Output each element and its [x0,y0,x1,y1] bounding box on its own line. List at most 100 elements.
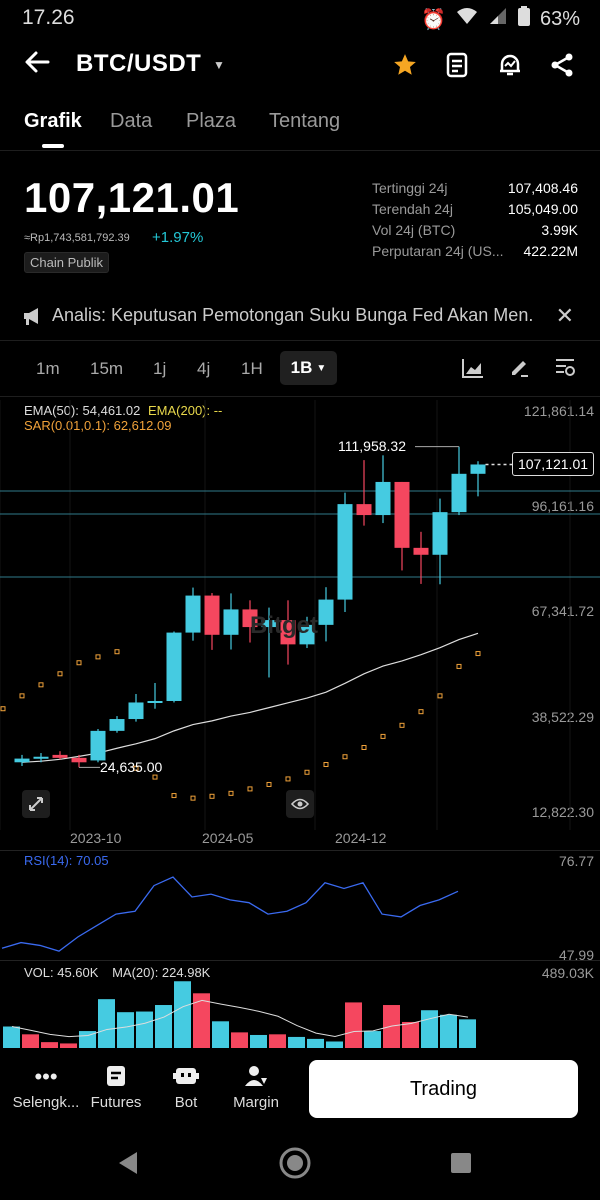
margin-button[interactable]: Margin [216,1064,296,1111]
sar-dot [209,793,215,799]
candle-body [394,481,410,548]
news-text[interactable]: Analis: Keputusan Pemotongan Suku Bunga … [52,305,532,326]
sar-dot [285,776,291,782]
volume-bar [174,981,191,1048]
candle-body [147,701,163,704]
stats-panel: Tertinggi 24j 107,408.46 Terendah 24j 105,… [372,180,578,264]
watermark: Bitget [250,612,318,639]
draw-tool-icon[interactable] [508,356,530,383]
sar-dot [57,671,63,677]
chain-badge[interactable]: Chain Publik [24,252,109,273]
volume-bar [364,1031,381,1048]
system-navigation [0,1130,600,1200]
pair-selector[interactable]: BTC/USDT [76,50,201,78]
price-alert-icon[interactable] [497,52,523,83]
sar-dot [76,660,82,666]
trading-button[interactable]: Trading [309,1060,578,1118]
candle-body [128,702,144,720]
sar-dot [380,733,386,739]
sar-dot [38,682,44,688]
futures-button[interactable]: Futures [76,1064,156,1111]
candle-body [185,595,201,633]
candle-body [470,464,486,474]
system-recents-icon[interactable] [450,1152,472,1179]
system-back-icon[interactable] [116,1150,140,1181]
sar-dot [342,754,348,760]
divider [0,396,600,397]
volume-bar [402,1021,419,1048]
bot-button[interactable]: Bot [146,1064,226,1111]
fiat-price: ≈Rp1,743,581,792.39 [24,232,130,244]
indicator-settings-icon[interactable] [554,356,576,383]
timeframe-1m[interactable]: 1m [36,359,60,379]
sar-dot [456,663,462,669]
tab-data[interactable]: Data [110,110,152,133]
share-icon[interactable] [550,52,574,83]
volume-bar [440,1014,457,1048]
notes-icon[interactable] [446,52,468,83]
nav-label: Margin [233,1094,279,1111]
news-ticker[interactable]: Analis: Keputusan Pemotongan Suku Bunga … [22,303,578,329]
tab-grafik[interactable]: Grafik [24,110,82,133]
sar-dot [475,651,481,657]
tab-bar: Grafik Data Plaza Tentang [0,106,600,148]
header: BTC/USDT ▼ [0,40,600,90]
sar-dot [152,774,158,780]
chart-type-icon[interactable] [462,358,484,383]
sar-dot [437,693,443,699]
fullscreen-icon[interactable] [22,790,50,818]
sar-dot [323,762,329,768]
candle-body [451,473,467,513]
stat-turnover: Perputaran 24j (US... 422.22M [372,243,578,264]
volume-bar [212,1021,229,1048]
timeframe-1j[interactable]: 1j [153,359,166,379]
volume-bar [3,1026,20,1048]
timeframe-1h[interactable]: 1H [241,359,263,379]
rsi-line [1,876,459,952]
volume-bar [155,1005,172,1048]
nav-label: Futures [90,1094,142,1111]
favorite-star-icon[interactable] [392,52,418,83]
chevron-down-icon[interactable]: ▼ [213,58,225,72]
status-bar: 17.26 ⏰ 63% [0,0,600,36]
sar-dot [304,769,310,775]
timeframe-15m[interactable]: 15m [90,359,123,379]
sar-dot [19,693,25,699]
close-icon[interactable]: ✕ [556,303,574,329]
sar-dot [399,722,405,728]
volume-bar [307,1038,324,1048]
tab-tentang[interactable]: Tentang [269,110,340,133]
timeframe-1b[interactable]: 1B ▼ [280,351,337,385]
timeframe-4j[interactable]: 4j [197,359,210,379]
system-home-icon[interactable] [278,1146,312,1185]
sar-dot [114,649,120,655]
battery-icon [517,6,530,32]
volume-bar [136,1011,153,1048]
candle-body [223,609,239,635]
volume-bar [117,1012,134,1048]
volume-bar [421,1010,438,1048]
stat-label: Tertinggi 24j [372,180,448,196]
volume-bar [250,1034,267,1048]
sar-dot [361,745,367,751]
stat-label: Perputaran 24j (US... [372,243,504,259]
candle-body [204,595,220,635]
candle-body [52,754,68,758]
tab-plaza[interactable]: Plaza [186,110,236,133]
candle-body [14,758,30,763]
volume-bar [231,1032,248,1048]
volume-bar [459,1019,476,1048]
nav-label: Selengk... [12,1094,80,1111]
candle-body [318,599,334,625]
futures-icon [76,1064,156,1094]
candle-body [337,504,353,600]
back-arrow-icon[interactable] [24,50,50,79]
sar-dot [0,706,6,712]
rsi-chart [1,876,459,952]
candle-body [356,504,372,516]
margin-icon [216,1064,296,1094]
chevron-down-icon: ▼ [316,362,327,374]
eye-icon[interactable] [286,790,314,818]
more-button[interactable]: ••• Selengk... [6,1064,86,1111]
low-label: 24,635.00 [100,759,163,775]
